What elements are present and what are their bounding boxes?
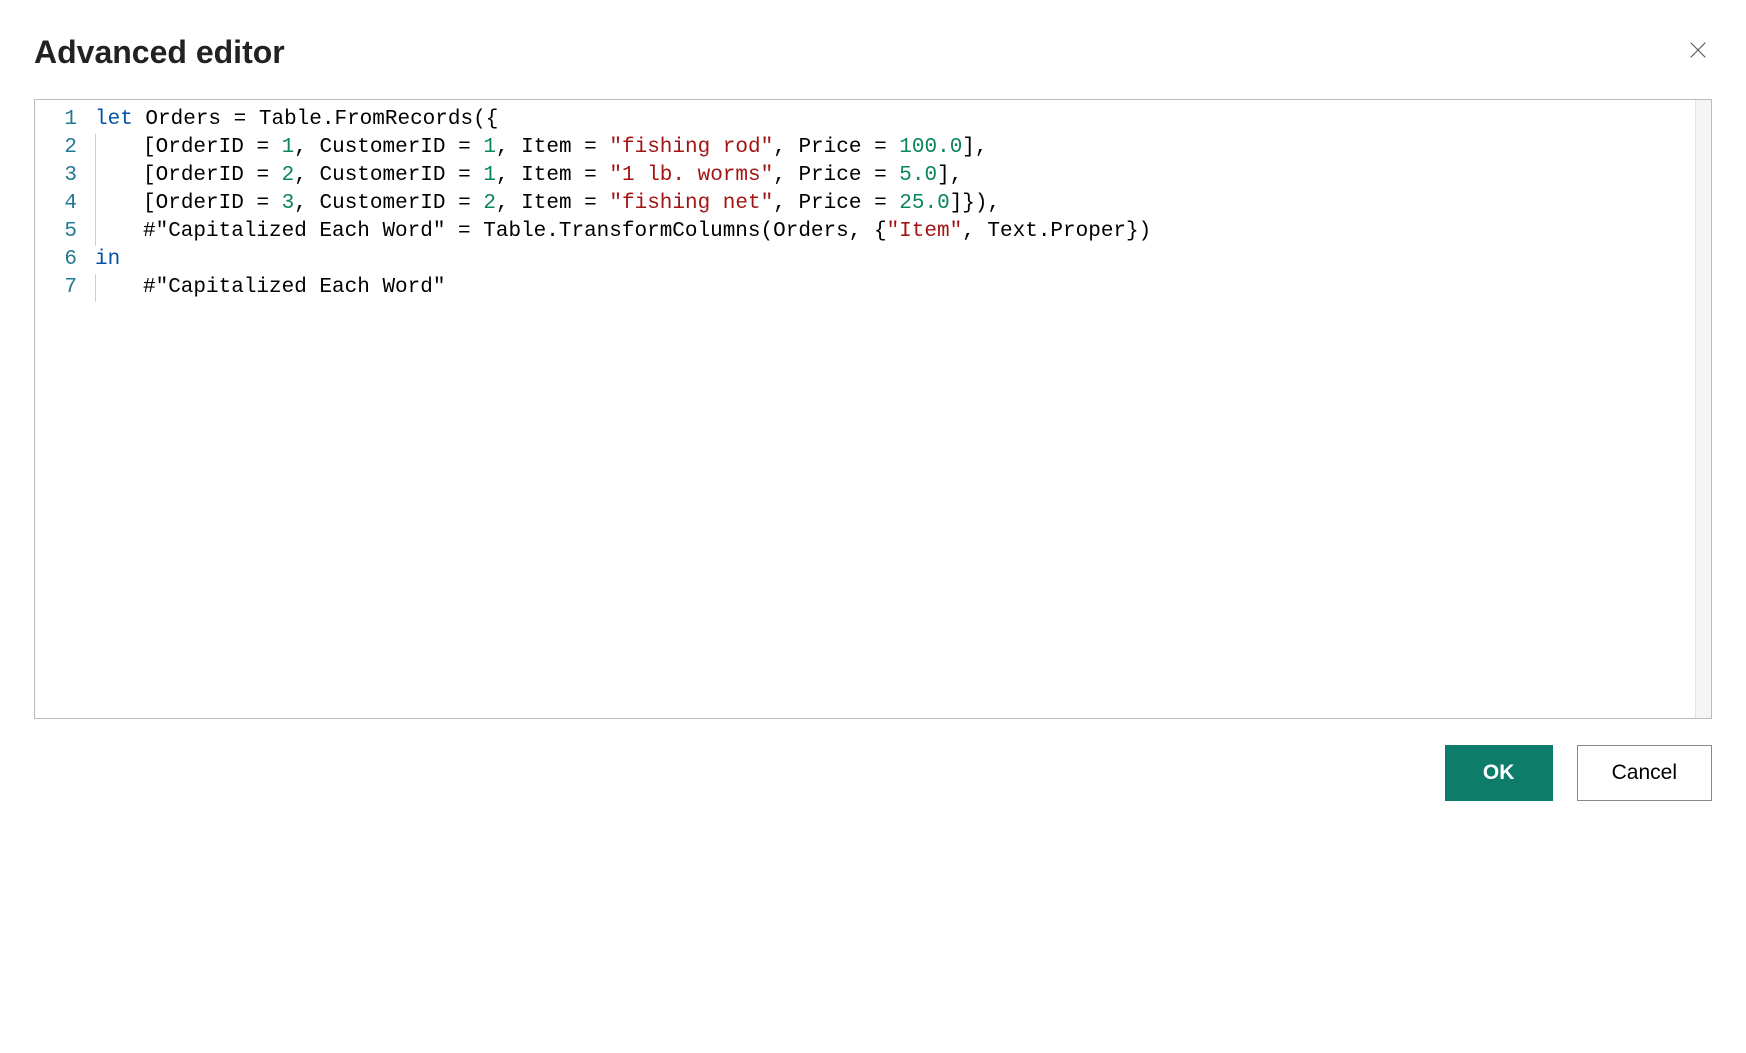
code-token: [: [143, 192, 156, 215]
cancel-button[interactable]: Cancel: [1577, 745, 1712, 801]
line-number: 4: [35, 190, 77, 218]
ok-button[interactable]: OK: [1445, 745, 1553, 801]
indent-guide: [95, 190, 96, 218]
code-line[interactable]: let Orders = Table.FromRecords({: [95, 106, 1711, 134]
code-token: "fishing net": [609, 192, 773, 215]
code-token: CustomerID: [319, 164, 458, 187]
code-token: Price: [798, 192, 874, 215]
code-line[interactable]: #"Capitalized Each Word" = Table.Transfo…: [95, 218, 1711, 246]
code-token: [: [143, 164, 156, 187]
code-token: Item: [521, 164, 584, 187]
code-token: }): [1126, 220, 1151, 243]
code-line[interactable]: in: [95, 246, 1711, 274]
line-number-gutter: 1234567: [35, 100, 95, 718]
code-token: ],: [962, 136, 987, 159]
code-token: #"Capitalized Each Word": [143, 220, 445, 243]
vertical-scrollbar[interactable]: [1695, 100, 1711, 718]
line-number: 2: [35, 134, 77, 162]
code-token: CustomerID: [319, 136, 458, 159]
code-token: 25.0: [899, 192, 949, 215]
line-number: 5: [35, 218, 77, 246]
code-token: Table.FromRecords: [259, 108, 473, 131]
code-token: Table.TransformColumns: [483, 220, 760, 243]
code-token: 2: [282, 164, 295, 187]
code-token: 5.0: [899, 164, 937, 187]
close-icon: [1687, 39, 1709, 66]
line-number: 6: [35, 246, 77, 274]
code-area[interactable]: let Orders = Table.FromRecords({[OrderID…: [95, 100, 1711, 718]
code-token: ,: [773, 136, 798, 159]
code-token: =: [234, 108, 259, 131]
code-token: =: [584, 136, 609, 159]
indent-guide: [95, 274, 96, 302]
code-token: (: [761, 220, 774, 243]
code-token: in: [95, 248, 120, 271]
code-token: "fishing rod": [609, 136, 773, 159]
indent-guide: [95, 134, 96, 162]
code-token: ,: [496, 164, 521, 187]
code-token: ],: [937, 164, 962, 187]
code-token: 1: [282, 136, 295, 159]
code-token: ,: [496, 136, 521, 159]
code-token: ]}),: [950, 192, 1000, 215]
code-token: Orders: [773, 220, 849, 243]
code-token: Price: [798, 136, 874, 159]
code-token: =: [874, 136, 899, 159]
code-line[interactable]: [OrderID = 3, CustomerID = 2, Item = "fi…: [95, 190, 1711, 218]
code-token: ,: [294, 136, 319, 159]
code-token: OrderID: [156, 164, 257, 187]
indent-guide: [95, 162, 96, 190]
code-token: 3: [282, 192, 295, 215]
code-token: Item: [521, 192, 584, 215]
code-token: [: [143, 136, 156, 159]
dialog-title: Advanced editor: [34, 34, 285, 71]
code-line[interactable]: [OrderID = 2, CustomerID = 1, Item = "1 …: [95, 162, 1711, 190]
code-token: ,: [773, 164, 798, 187]
code-token: "1 lb. worms": [609, 164, 773, 187]
code-token: =: [458, 164, 483, 187]
code-token: Price: [798, 164, 874, 187]
close-button[interactable]: [1684, 39, 1712, 67]
code-token: , {: [849, 220, 887, 243]
code-token: ,: [962, 220, 987, 243]
code-token: ({: [473, 108, 498, 131]
code-token: ,: [773, 192, 798, 215]
code-token: 2: [483, 192, 496, 215]
code-token: CustomerID: [319, 192, 458, 215]
code-token: ,: [294, 164, 319, 187]
code-token: Text.Proper: [987, 220, 1126, 243]
line-number: 7: [35, 274, 77, 302]
code-token: 1: [483, 136, 496, 159]
code-token: =: [584, 164, 609, 187]
line-number: 1: [35, 106, 77, 134]
code-token: =: [256, 136, 281, 159]
code-token: ,: [496, 192, 521, 215]
code-token: =: [445, 220, 483, 243]
indent-guide: [95, 218, 96, 246]
code-line[interactable]: [OrderID = 1, CustomerID = 1, Item = "fi…: [95, 134, 1711, 162]
code-token: OrderID: [156, 192, 257, 215]
code-token: =: [584, 192, 609, 215]
code-token: =: [874, 192, 899, 215]
code-token: ,: [294, 192, 319, 215]
code-token: =: [458, 192, 483, 215]
code-editor[interactable]: 1234567 let Orders = Table.FromRecords({…: [34, 99, 1712, 719]
code-token: OrderID: [156, 136, 257, 159]
code-token: =: [874, 164, 899, 187]
code-token: "Item": [887, 220, 963, 243]
code-token: 1: [483, 164, 496, 187]
code-token: =: [458, 136, 483, 159]
code-token: let: [95, 108, 133, 131]
code-token: =: [256, 164, 281, 187]
code-token: 100.0: [899, 136, 962, 159]
code-token: Item: [521, 136, 584, 159]
code-line[interactable]: #"Capitalized Each Word": [95, 274, 1711, 302]
code-token: =: [256, 192, 281, 215]
code-token: Orders: [133, 108, 234, 131]
line-number: 3: [35, 162, 77, 190]
code-token: #"Capitalized Each Word": [143, 276, 445, 299]
